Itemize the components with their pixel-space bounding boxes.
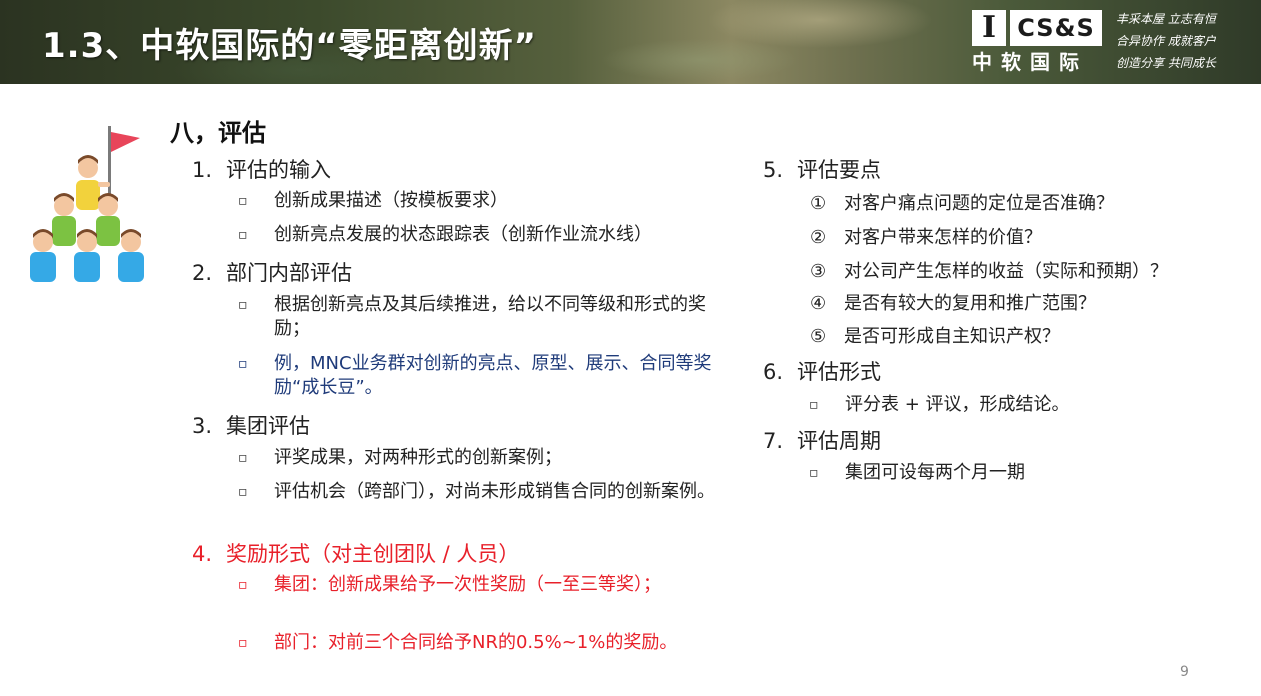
header-banner: 1.3、中软国际的“零距离创新” I CS&S 中软国际 丰采本屋 立志有恒 合… bbox=[0, 0, 1261, 84]
circled-number: ③ bbox=[810, 261, 827, 282]
bullet-text: 根据创新亮点及其后续推进，给以不同等级和形式的奖励； bbox=[274, 294, 706, 339]
circled-number: ④ bbox=[810, 293, 827, 314]
bullet-square-icon: ▫ bbox=[238, 450, 248, 466]
logo-chinese-name: 中软国际 bbox=[972, 50, 1088, 74]
list-number: 1. bbox=[192, 158, 213, 182]
numbered-point: ① 对客户痛点问题的定位是否准确？ bbox=[810, 189, 1114, 215]
page-number: 9 bbox=[1180, 664, 1189, 680]
company-slogans: 丰采本屋 立志有恒 合异协作 成就客户 创造分享 共同成长 bbox=[1116, 8, 1256, 74]
list-heading-department: 2. 部门内部评估 bbox=[192, 257, 352, 287]
list-item: ▫ 评估机会（跨部门），对尚未形成销售合同的创新案例。 bbox=[238, 480, 724, 504]
list-item: ▫ 根据创新亮点及其后续推进，给以不同等级和形式的奖励； bbox=[238, 293, 724, 341]
list-number: 3. bbox=[192, 414, 213, 438]
list-heading-label: 评估形式 bbox=[797, 360, 881, 384]
point-text: 对公司产生怎样的收益（实际和预期）？ bbox=[844, 261, 1168, 282]
logo-i-mark: I bbox=[972, 10, 1006, 46]
bullet-text: 评分表 + 评议，形成结论。 bbox=[845, 394, 1070, 415]
point-text: 是否可形成自主知识产权？ bbox=[844, 326, 1060, 347]
list-heading-label: 部门内部评估 bbox=[226, 261, 352, 285]
bullet-text: 例，MNC业务群对创新的亮点、原型、展示、合同等奖励“成长豆”。 bbox=[274, 353, 712, 398]
list-heading-cycle: 7. 评估周期 bbox=[763, 425, 881, 455]
bullet-square-icon: ▫ bbox=[238, 227, 248, 243]
slogan-line: 合异协作 成就客户 bbox=[1116, 34, 1216, 48]
bullet-text: 部门：对前三个合同给予NR的0.5%~1%的奖励。 bbox=[274, 632, 678, 653]
bullet-square-icon: ▫ bbox=[809, 397, 819, 413]
section-title: 八，评估 bbox=[170, 119, 266, 147]
list-heading-key-points: 5. 评估要点 bbox=[763, 154, 881, 184]
bullet-text: 创新成果描述（按模板要求） bbox=[274, 190, 508, 211]
team-flag-icon bbox=[30, 126, 144, 282]
list-number: 6. bbox=[763, 360, 784, 384]
slide-title: 1.3、中软国际的“零距离创新” bbox=[42, 26, 537, 66]
bullet-text: 评估机会（跨部门），对尚未形成销售合同的创新案例。 bbox=[274, 481, 715, 502]
list-item: ▫ 创新成果描述（按模板要求） bbox=[238, 189, 724, 213]
bullet-square-icon: ▫ bbox=[238, 356, 248, 372]
slogan-line: 丰采本屋 立志有恒 bbox=[1116, 12, 1216, 26]
bullet-square-icon: ▫ bbox=[238, 635, 248, 651]
company-logo: I CS&S 中软国际 bbox=[972, 10, 1104, 74]
circled-number: ② bbox=[810, 227, 827, 248]
bullet-text: 集团：创新成果给予一次性奖励（一至三等奖）； bbox=[274, 574, 661, 595]
bullet-square-icon: ▫ bbox=[238, 193, 248, 209]
bullet-square-icon: ▫ bbox=[809, 465, 819, 481]
list-heading-label: 评估周期 bbox=[797, 429, 881, 453]
point-text: 是否有较大的复用和推广范围？ bbox=[844, 293, 1096, 314]
point-text: 对客户带来怎样的价值？ bbox=[844, 227, 1042, 248]
list-number: 5. bbox=[763, 158, 784, 182]
list-item: ▫ 集团可设每两个月一期 bbox=[809, 461, 1225, 485]
list-item: ▫ 创新亮点发展的状态跟踪表（创新作业流水线） bbox=[238, 223, 724, 247]
bullet-square-icon: ▫ bbox=[238, 577, 248, 593]
list-item: ▫ 评奖成果，对两种形式的创新案例； bbox=[238, 446, 724, 470]
bullet-text: 集团可设每两个月一期 bbox=[845, 462, 1025, 483]
list-item-reward: ▫ 集团：创新成果给予一次性奖励（一至三等奖）； bbox=[238, 573, 724, 597]
numbered-point: ③ 对公司产生怎样的收益（实际和预期）？ bbox=[810, 257, 1168, 283]
circled-number: ⑤ bbox=[810, 326, 827, 347]
list-heading-group: 3. 集团评估 bbox=[192, 410, 310, 440]
numbered-point: ④ 是否有较大的复用和推广范围？ bbox=[810, 289, 1096, 315]
list-number: 2. bbox=[192, 261, 213, 285]
point-text: 对客户痛点问题的定位是否准确？ bbox=[844, 193, 1114, 214]
bullet-text: 评奖成果，对两种形式的创新案例； bbox=[274, 447, 562, 468]
slogan-line: 创造分享 共同成长 bbox=[1116, 56, 1216, 70]
bullet-square-icon: ▫ bbox=[238, 297, 248, 313]
bullet-square-icon: ▫ bbox=[238, 484, 248, 500]
list-heading-label: 评估要点 bbox=[797, 158, 881, 182]
numbered-point: ⑤ 是否可形成自主知识产权？ bbox=[810, 322, 1060, 348]
list-item-reward: ▫ 部门：对前三个合同给予NR的0.5%~1%的奖励。 bbox=[238, 631, 724, 655]
list-heading-form: 6. 评估形式 bbox=[763, 356, 881, 386]
list-heading-label: 集团评估 bbox=[226, 414, 310, 438]
list-heading-label: 奖励形式（对主创团队 / 人员） bbox=[226, 542, 520, 566]
list-number: 4. bbox=[192, 542, 213, 566]
circled-number: ① bbox=[810, 193, 827, 214]
list-heading-input: 1. 评估的输入 bbox=[192, 154, 331, 184]
list-item: ▫ 评分表 + 评议，形成结论。 bbox=[809, 393, 1225, 417]
list-heading-label: 评估的输入 bbox=[226, 158, 331, 182]
list-heading-reward: 4. 奖励形式（对主创团队 / 人员） bbox=[192, 538, 519, 568]
bullet-text: 创新亮点发展的状态跟踪表（创新作业流水线） bbox=[274, 224, 652, 245]
numbered-point: ② 对客户带来怎样的价值？ bbox=[810, 223, 1042, 249]
list-item-example: ▫ 例，MNC业务群对创新的亮点、原型、展示、合同等奖励“成长豆”。 bbox=[238, 352, 724, 400]
logo-css-mark: CS&S bbox=[1010, 10, 1102, 46]
list-number: 7. bbox=[763, 429, 784, 453]
